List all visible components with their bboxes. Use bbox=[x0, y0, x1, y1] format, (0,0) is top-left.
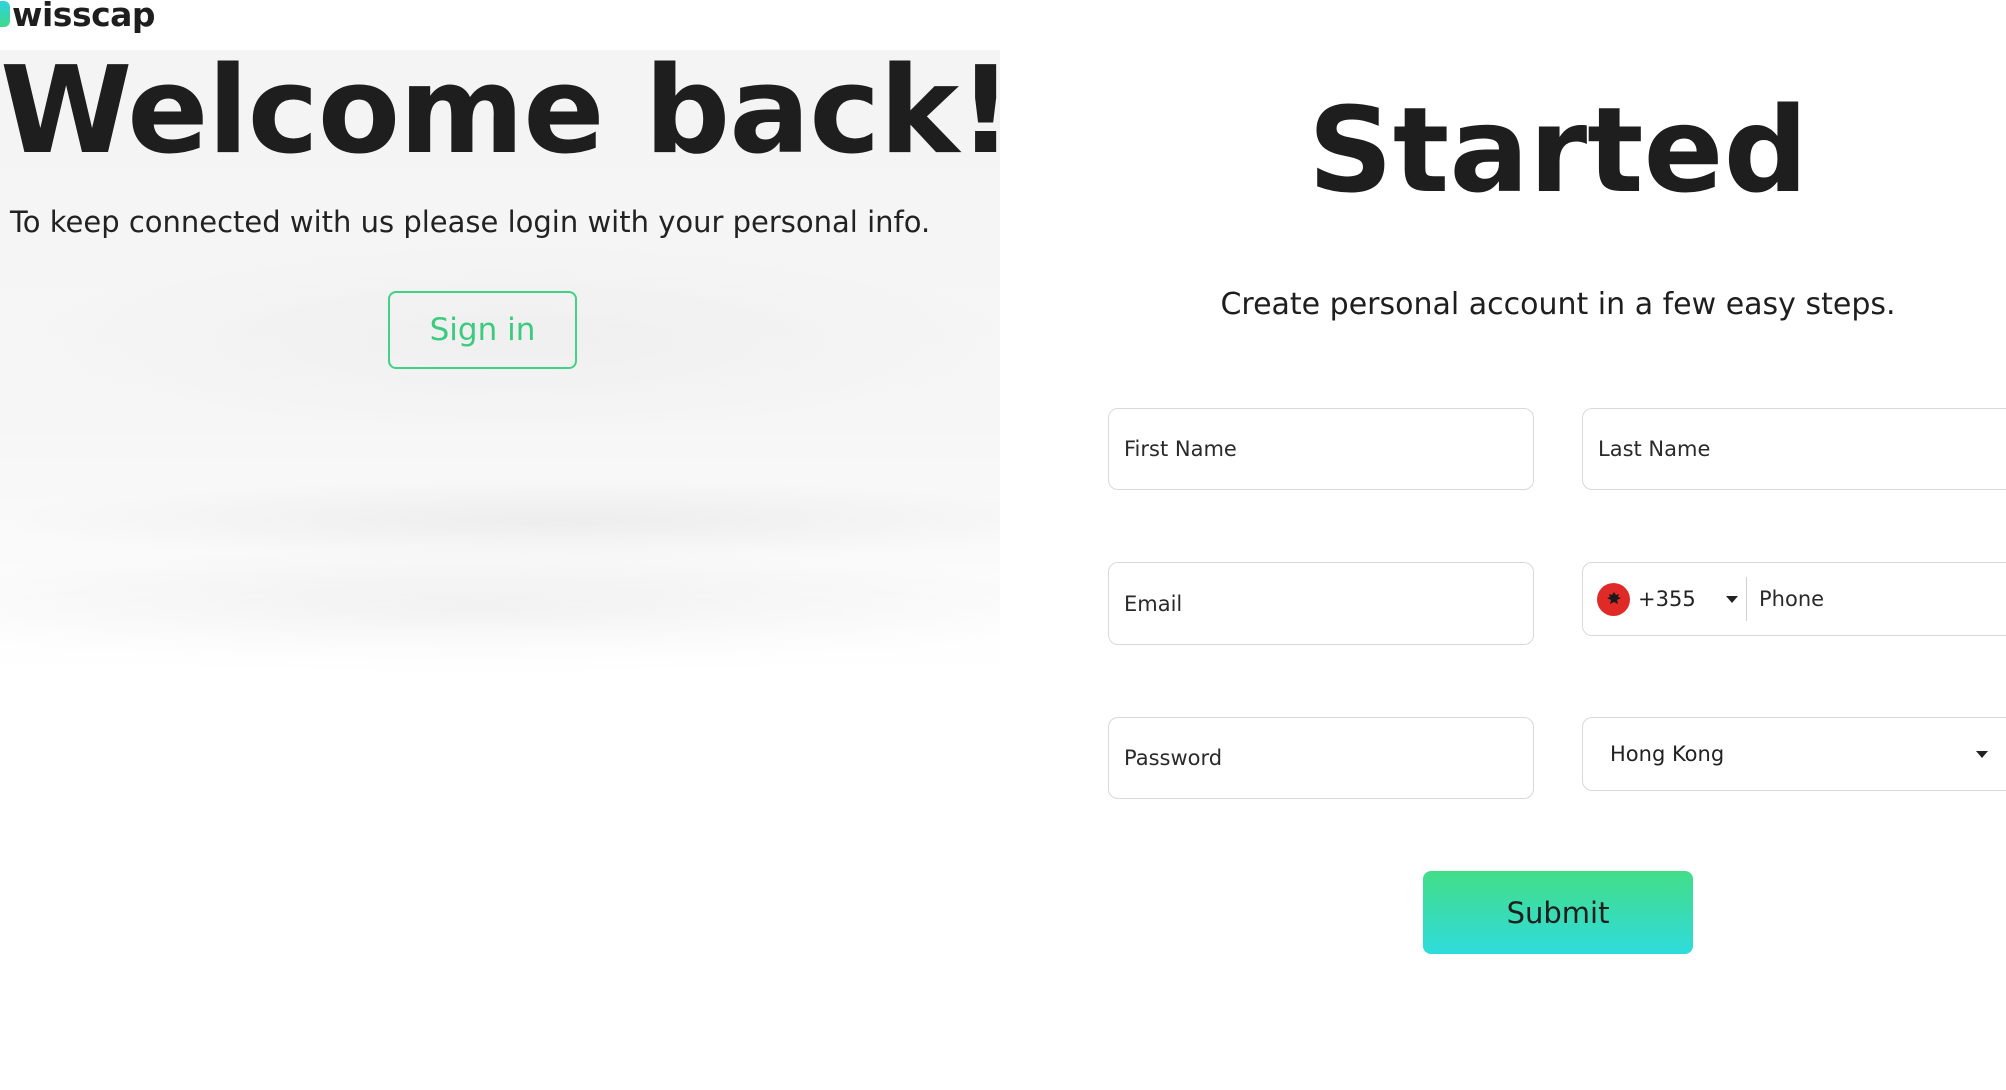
welcome-title: Welcome back! bbox=[0, 42, 1000, 181]
started-subtitle: Create personal account in a few easy st… bbox=[1220, 287, 1896, 322]
country-select-value: Hong Kong bbox=[1610, 742, 1725, 766]
signup-page: wisscap Welcome back! To keep connected … bbox=[0, 0, 2006, 1090]
country-field: Hong Kong bbox=[1582, 717, 2006, 791]
last-name-input[interactable] bbox=[1583, 409, 2006, 489]
first-name-input[interactable] bbox=[1109, 409, 1533, 489]
welcome-panel: wisscap Welcome back! To keep connected … bbox=[0, 0, 1000, 1090]
eagle-icon bbox=[1606, 592, 1621, 604]
country-select[interactable]: Hong Kong bbox=[1583, 718, 2006, 790]
password-input[interactable] bbox=[1109, 718, 1533, 798]
country-code-value: +355 bbox=[1638, 587, 1696, 611]
email-input[interactable] bbox=[1109, 563, 1533, 644]
email-field bbox=[1108, 562, 1534, 645]
last-name-field bbox=[1582, 408, 2006, 490]
chevron-down-icon bbox=[1726, 595, 1738, 603]
albania-flag-icon bbox=[1597, 582, 1630, 616]
password-field bbox=[1108, 717, 1534, 799]
started-title: Started bbox=[1307, 81, 1809, 219]
submit-button[interactable]: Submit bbox=[1423, 871, 1693, 954]
sign-in-button[interactable]: Sign in bbox=[388, 291, 577, 369]
welcome-subtitle: To keep connected with us please login w… bbox=[10, 205, 931, 239]
brand-logo[interactable]: wisscap bbox=[0, 0, 156, 34]
phone-input[interactable] bbox=[1747, 563, 2006, 635]
logo-mark-icon bbox=[0, 1, 10, 27]
chevron-down-icon bbox=[1976, 750, 1988, 758]
first-name-field bbox=[1108, 408, 1534, 490]
country-code-select[interactable]: +355 bbox=[1583, 577, 1747, 621]
phone-field: +355 bbox=[1582, 562, 2006, 636]
logo-text: wisscap bbox=[12, 0, 156, 34]
